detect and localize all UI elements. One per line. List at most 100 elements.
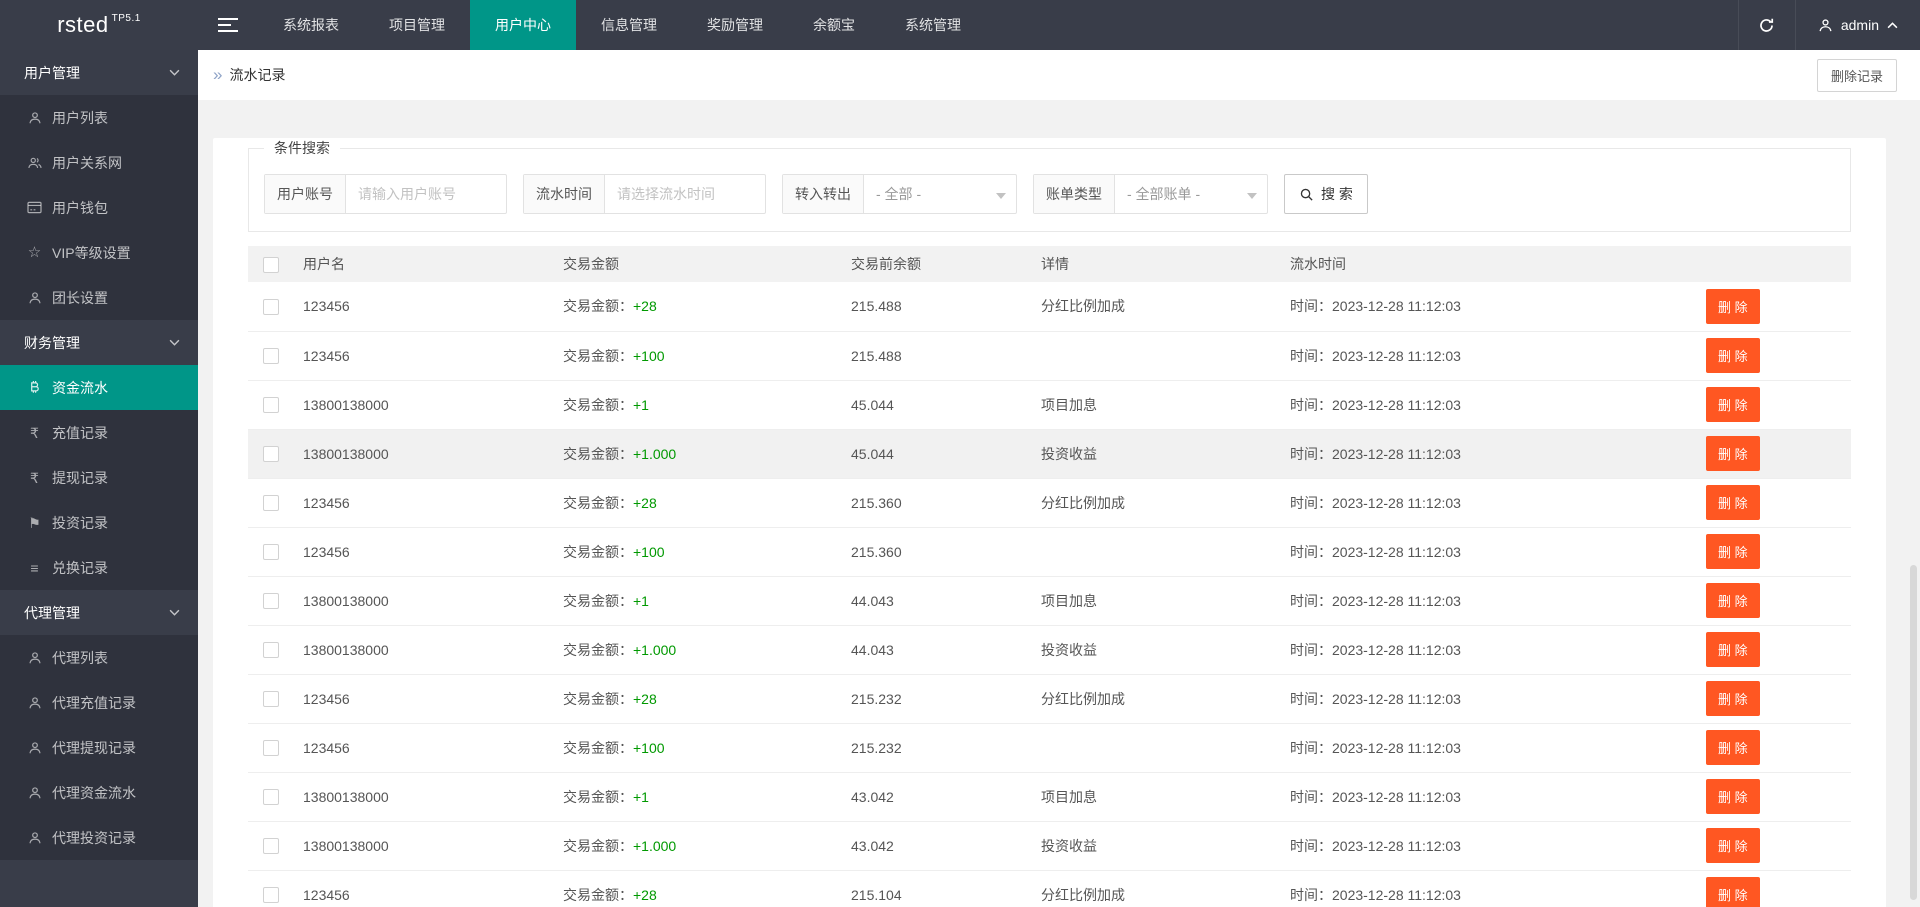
table-row: 123456 交易金额：+28 215.360 分红比例加成 时间：2023-12-28… bbox=[248, 478, 1851, 528]
table-row: 13800138000 交易金额：+1.000 44.043 投资收益 时间：2023-… bbox=[248, 625, 1851, 675]
admin-menu[interactable]: admin bbox=[1796, 0, 1920, 50]
sidebar-item[interactable]: 代理资金流水 bbox=[0, 770, 198, 815]
sidebar-item[interactable]: ₹ 提现记录 bbox=[0, 455, 198, 500]
sidebar-item[interactable]: ⚑ 投资记录 bbox=[0, 500, 198, 545]
table-row: 13800138000 交易金额：+1 44.043 项目加息 时间：2023-12-2… bbox=[248, 576, 1851, 626]
top-bar: rsted TP5.1 系统报表 项目管理 用户中心 信息管理 奖励管理 余额宝 系统管理 a… bbox=[0, 0, 1920, 50]
cell-detail: 投资收益 bbox=[1026, 821, 1275, 871]
sidebar-item-label: 代理资金流水 bbox=[52, 784, 136, 801]
table-row: 13800138000 交易金额：+1.000 45.044 投资收益 时间：2023-… bbox=[248, 429, 1851, 479]
select-value: - 全部 - bbox=[876, 186, 922, 202]
amount-prefix: 交易金额： bbox=[563, 494, 633, 511]
top-nav-item[interactable]: 项目管理 bbox=[364, 0, 470, 50]
row-checkbox[interactable] bbox=[263, 789, 279, 806]
search-input[interactable] bbox=[346, 175, 506, 213]
sidebar-item[interactable]: 用户钱包 bbox=[0, 185, 198, 230]
delete-row-button[interactable]: 删 除 bbox=[1706, 583, 1760, 618]
sidebar-group-header[interactable]: 用户管理 bbox=[0, 50, 198, 95]
sidebar-item[interactable]: 用户关系网 bbox=[0, 140, 198, 185]
top-nav-item[interactable]: 系统报表 bbox=[258, 0, 364, 50]
delete-row-button[interactable]: 删 除 bbox=[1706, 828, 1760, 863]
sidebar-item[interactable]: ≡ 兑换记录 bbox=[0, 545, 198, 590]
row-checkbox[interactable] bbox=[263, 642, 279, 659]
search-panel: 条件搜索 用户账号 流水时间 转入转出 - 全部 - 账单类型 - 全部账单 - 搜 索 bbox=[248, 138, 1851, 232]
delete-row-button[interactable]: 删 除 bbox=[1706, 779, 1760, 814]
cell-detail: 项目加息 bbox=[1026, 380, 1275, 430]
row-checkbox[interactable] bbox=[263, 887, 279, 904]
delete-row-button[interactable]: 删 除 bbox=[1706, 288, 1760, 324]
sidebar-item[interactable]: 代理充值记录 bbox=[0, 680, 198, 725]
delete-row-button[interactable]: 删 除 bbox=[1706, 730, 1760, 765]
top-nav-item[interactable]: 系统管理 bbox=[880, 0, 986, 50]
delete-row-button[interactable]: 删 除 bbox=[1706, 338, 1760, 373]
row-checkbox[interactable] bbox=[263, 593, 279, 610]
sidebar-item[interactable]: 代理列表 bbox=[0, 635, 198, 680]
sidebar-group-header[interactable]: 财务管理 bbox=[0, 320, 198, 365]
row-checkbox[interactable] bbox=[263, 740, 279, 757]
row-checkbox[interactable] bbox=[263, 298, 279, 315]
cell-balance-before: 215.232 bbox=[836, 674, 1026, 724]
delete-records-button[interactable]: 删除记录 bbox=[1816, 58, 1897, 92]
search-field-group: 转入转出 - 全部 - bbox=[782, 174, 1017, 214]
cell-amount: 交易金额：+1.000 bbox=[548, 821, 836, 871]
delete-row-button[interactable]: 删 除 bbox=[1706, 534, 1760, 569]
top-nav-item[interactable]: 奖励管理 bbox=[682, 0, 788, 50]
select-all-checkbox[interactable] bbox=[263, 256, 279, 273]
amount-prefix: 交易金额： bbox=[563, 298, 633, 315]
sidebar-group-header[interactable]: 代理管理 bbox=[0, 590, 198, 635]
menu-collapse-icon[interactable] bbox=[198, 0, 258, 50]
cell-flow-time: 时间：2023-12-28 11:12:03 bbox=[1275, 527, 1691, 577]
cell-username: 13800138000 bbox=[288, 772, 548, 822]
delete-row-button[interactable]: 删 除 bbox=[1706, 387, 1760, 422]
row-checkbox[interactable] bbox=[263, 495, 279, 512]
flag-icon: ⚑ bbox=[28, 514, 41, 531]
row-checkbox[interactable] bbox=[263, 446, 279, 463]
search-select[interactable]: - 全部 - bbox=[864, 175, 1016, 213]
delete-row-button[interactable]: 删 除 bbox=[1706, 632, 1760, 667]
table-row: 123456 交易金额：+28 215.232 分红比例加成 时间：2023-12-28… bbox=[248, 674, 1851, 724]
sidebar-item[interactable]: ₹ 充值记录 bbox=[0, 410, 198, 455]
search-button[interactable]: 搜 索 bbox=[1284, 174, 1368, 214]
cell-actions: 删 除 bbox=[1691, 821, 1851, 871]
sidebar-item-label: 团长设置 bbox=[52, 289, 108, 306]
sidebar-item-label: 代理充值记录 bbox=[52, 694, 136, 711]
vertical-scrollbar-thumb[interactable] bbox=[1910, 565, 1917, 900]
row-checkbox[interactable] bbox=[263, 544, 279, 561]
refresh-icon[interactable] bbox=[1737, 0, 1796, 50]
top-nav-item[interactable]: 用户中心 bbox=[470, 0, 576, 50]
sidebar-item[interactable]: 代理投资记录 bbox=[0, 815, 198, 860]
row-checkbox[interactable] bbox=[263, 397, 279, 414]
row-checkbox[interactable] bbox=[263, 691, 279, 708]
amount-prefix: 交易金额： bbox=[563, 886, 633, 903]
sidebar-item-label: 代理列表 bbox=[52, 649, 108, 666]
chevron-down-icon bbox=[169, 609, 180, 616]
row-checkbox[interactable] bbox=[263, 838, 279, 855]
cell-balance-before: 215.488 bbox=[836, 282, 1026, 332]
row-checkbox[interactable] bbox=[263, 348, 279, 365]
user-icon bbox=[26, 111, 43, 125]
delete-row-button[interactable]: 删 除 bbox=[1706, 681, 1760, 716]
top-nav-item[interactable]: 信息管理 bbox=[576, 0, 682, 50]
sidebar-item[interactable]: 用户列表 bbox=[0, 95, 198, 140]
sidebar-item[interactable]: 团长设置 bbox=[0, 275, 198, 320]
table-row: 123456 交易金额：+100 215.232 时间：2023-12-28 11:1… bbox=[248, 723, 1851, 773]
cell-detail bbox=[1026, 527, 1275, 577]
sidebar-item[interactable]: 资金流水 bbox=[0, 365, 198, 410]
sidebar-item-label: 用户列表 bbox=[52, 109, 108, 126]
cell-amount: 交易金额：+28 bbox=[548, 870, 836, 907]
search-select[interactable]: - 全部账单 - bbox=[1115, 175, 1267, 213]
cell-actions: 删 除 bbox=[1691, 625, 1851, 675]
user-icon bbox=[26, 696, 43, 710]
delete-row-button[interactable]: 删 除 bbox=[1706, 436, 1760, 471]
cell-actions: 删 除 bbox=[1691, 429, 1851, 479]
bitcoin-icon bbox=[26, 380, 43, 395]
sidebar-item[interactable]: ☆ VIP等级设置 bbox=[0, 230, 198, 275]
top-nav-item[interactable]: 余额宝 bbox=[788, 0, 880, 50]
delete-row-button[interactable]: 删 除 bbox=[1706, 877, 1760, 907]
cell-username: 123456 bbox=[288, 723, 548, 773]
sidebar-item-label: 投资记录 bbox=[52, 514, 108, 531]
delete-row-button[interactable]: 删 除 bbox=[1706, 485, 1760, 520]
search-input[interactable] bbox=[605, 175, 765, 213]
sidebar-item[interactable]: 代理提现记录 bbox=[0, 725, 198, 770]
cell-balance-before: 215.104 bbox=[836, 870, 1026, 907]
